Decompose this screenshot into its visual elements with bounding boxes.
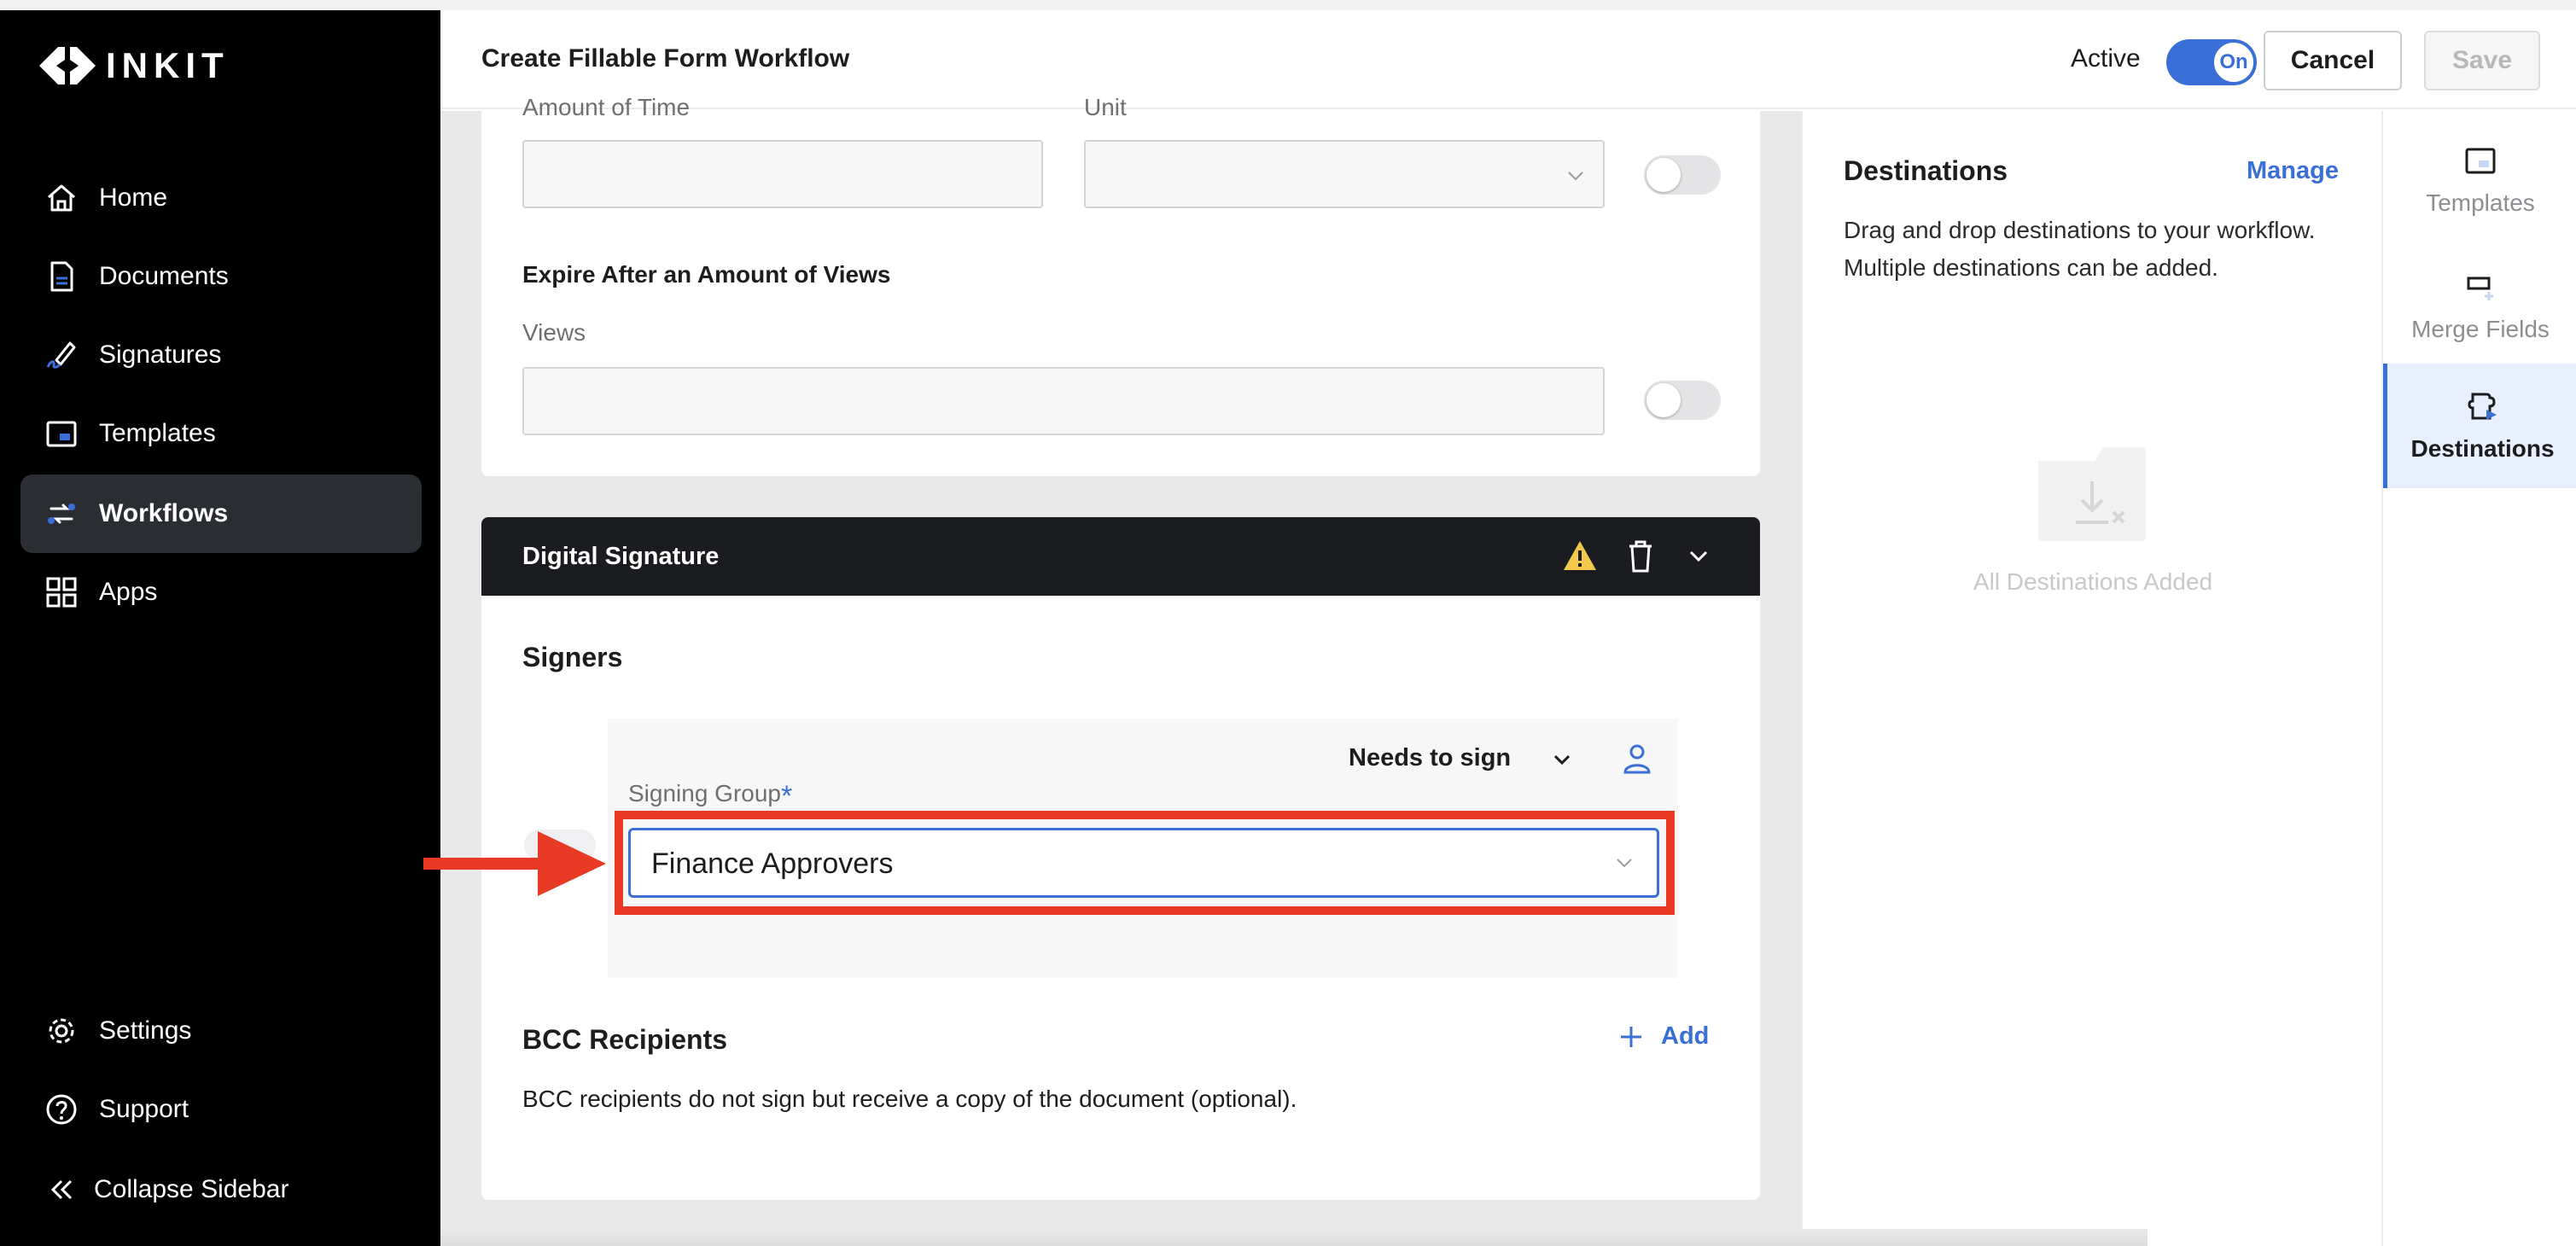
empty-folder-icon xyxy=(2038,447,2146,541)
amount-of-time-toggle[interactable] xyxy=(1644,155,1721,195)
page-title: Create Fillable Form Workflow xyxy=(481,44,850,73)
add-bcc-button[interactable]: Add xyxy=(1618,1022,1709,1051)
unit-select[interactable] xyxy=(1084,140,1605,208)
sidebar-item-label: Documents xyxy=(99,262,229,290)
sidebar-item-label: Settings xyxy=(99,1016,192,1045)
person-icon[interactable] xyxy=(1622,742,1652,775)
sidebar-item-templates[interactable]: Templates xyxy=(20,394,422,473)
views-label: Views xyxy=(522,319,586,346)
signers-title: Signers xyxy=(522,642,623,672)
sidebar-item-documents[interactable]: Documents xyxy=(20,237,422,316)
toggle-knob xyxy=(1646,383,1681,417)
gear-icon xyxy=(44,1014,79,1048)
chevron-down-icon[interactable] xyxy=(1550,748,1574,771)
chevron-down-icon xyxy=(1568,172,1583,181)
sidebar-item-label: Apps xyxy=(99,578,158,606)
brand-name: INKIT xyxy=(106,45,230,85)
bcc-recipients-title: BCC Recipients xyxy=(522,1024,728,1055)
active-toggle-knob: On xyxy=(2212,41,2255,84)
sidebar-item-support[interactable]: Support xyxy=(20,1070,422,1149)
active-label: Active xyxy=(2071,44,2141,73)
double-chevron-left-icon xyxy=(44,1173,79,1207)
rail-item-templates[interactable]: Templates xyxy=(2383,118,2576,242)
sidebar-item-label: Support xyxy=(99,1095,189,1123)
top-header: Create Fillable Form Workflow Active On … xyxy=(440,10,2576,109)
trash-icon[interactable] xyxy=(1627,539,1654,574)
chevron-down-icon[interactable] xyxy=(1687,544,1711,568)
sidebar-item-signatures[interactable]: Signatures xyxy=(20,316,422,394)
destinations-panel: Destinations Manage Drag and drop destin… xyxy=(1801,111,2381,1246)
question-icon xyxy=(44,1092,79,1127)
bcc-description: BCC recipients do not sign but receive a… xyxy=(522,1086,1297,1112)
rail-item-merge-fields[interactable]: Merge Fields xyxy=(2383,244,2576,369)
cancel-button[interactable]: Cancel xyxy=(2264,31,2402,90)
sidebar-item-label: Collapse Sidebar xyxy=(94,1175,289,1203)
document-icon xyxy=(44,259,79,294)
required-marker: * xyxy=(781,780,793,812)
sidebar: INKIT Home Documents Signatures Template… xyxy=(0,10,440,1246)
workflow-icon xyxy=(44,497,79,531)
views-toggle[interactable] xyxy=(1644,381,1721,420)
digital-signature-title: Digital Signature xyxy=(522,543,720,570)
apps-icon xyxy=(44,575,79,609)
signer-role-select[interactable]: Needs to sign xyxy=(1349,744,1511,772)
add-bcc-label: Add xyxy=(1661,1022,1710,1050)
save-button[interactable]: Save xyxy=(2424,31,2540,90)
right-rail: Templates Merge Fields Destinations xyxy=(2381,111,2576,1246)
sidebar-item-apps[interactable]: Apps xyxy=(20,553,422,632)
amount-of-time-input[interactable] xyxy=(522,140,1043,208)
signing-group-label-text: Signing Group xyxy=(628,780,782,806)
expiration-card: Amount of Time Unit Expire After an Amou… xyxy=(481,94,1760,476)
destinations-title: Destinations xyxy=(1844,155,2008,186)
home-icon xyxy=(44,181,79,215)
pointer-arrow-icon xyxy=(423,831,606,896)
brand-logo[interactable]: INKIT xyxy=(39,44,230,87)
warning-icon[interactable] xyxy=(1562,539,1598,572)
sidebar-item-collapse[interactable]: Collapse Sidebar xyxy=(20,1150,422,1229)
rail-item-label: Merge Fields xyxy=(2411,316,2550,342)
signature-icon xyxy=(44,338,79,372)
sidebar-item-label: Workflows xyxy=(99,499,229,527)
views-section-title: Expire After an Amount of Views xyxy=(522,261,891,288)
merge-fields-icon xyxy=(2467,277,2493,300)
empty-destinations-text: All Destinations Added xyxy=(1973,568,2213,595)
inkit-logo-icon xyxy=(39,47,96,84)
window-top-strip xyxy=(0,0,2576,10)
sidebar-item-settings[interactable]: Settings xyxy=(20,992,422,1070)
sidebar-item-home[interactable]: Home xyxy=(20,159,422,237)
bottom-fade xyxy=(440,1229,2148,1246)
rail-item-label: Templates xyxy=(2426,189,2535,216)
views-input[interactable] xyxy=(522,367,1605,435)
amount-of-time-label: Amount of Time xyxy=(522,94,691,116)
digital-signature-header[interactable]: Digital Signature xyxy=(481,517,1760,596)
active-toggle[interactable]: On xyxy=(2166,39,2257,85)
toggle-knob xyxy=(1646,158,1681,192)
manage-destinations-link[interactable]: Manage xyxy=(2247,157,2339,185)
rail-item-label: Destinations xyxy=(2410,435,2555,462)
sidebar-item-workflows[interactable]: Workflows xyxy=(20,475,422,553)
destinations-icon xyxy=(2467,393,2497,420)
template-icon xyxy=(2465,148,2496,174)
template-icon xyxy=(44,416,79,451)
highlight-box xyxy=(615,811,1675,915)
signing-group-label: Signing Group* xyxy=(628,780,792,813)
unit-label: Unit xyxy=(1084,94,1127,116)
plus-icon xyxy=(1621,1026,1641,1047)
destinations-description: Drag and drop destinations to your workf… xyxy=(1844,217,2316,281)
sidebar-item-label: Signatures xyxy=(99,341,222,369)
sidebar-item-label: Templates xyxy=(99,419,216,447)
rail-item-destinations[interactable]: Destinations xyxy=(2383,364,2576,488)
sidebar-item-label: Home xyxy=(99,183,168,212)
